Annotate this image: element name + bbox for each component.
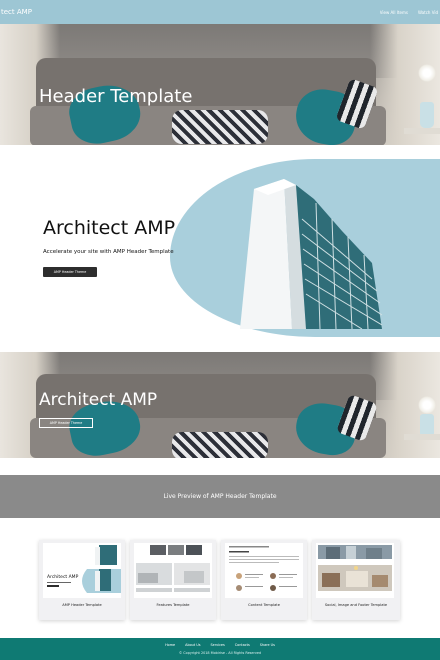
card-label: Social, Image and Footer Template [324, 603, 388, 607]
card-thumbnail [225, 543, 303, 598]
template-card-social-image-footer[interactable]: Social, Image and Footer Template [312, 540, 400, 620]
hero-header-template: Header Template [0, 24, 440, 145]
patterned-pillow-image [172, 432, 268, 458]
side-table-image [404, 434, 440, 440]
content-template-thumbnail-image [225, 543, 303, 598]
brand-logo-text[interactable]: tect AMP [0, 8, 32, 16]
footer-links: Home About Us Services Contacts Share Us [0, 643, 440, 647]
nav-link-watch-video[interactable]: Watch Vid [418, 10, 438, 15]
amp-header-theme-outline-button[interactable]: AMP Header Theme [39, 418, 93, 428]
top-navbar: tect AMP View All Items Watch Vid [0, 0, 440, 24]
page: tect AMP View All Items Watch Vid Header… [0, 0, 440, 660]
live-preview-text: Live Preview of AMP Header Template [163, 493, 277, 500]
card-label: AMP Header Template [62, 603, 102, 607]
card-thumbnail-title: Architect AMP [47, 575, 79, 580]
features-template-thumbnail-image [134, 543, 212, 598]
card-thumbnail [316, 543, 394, 598]
footer-link-contacts[interactable]: Contacts [235, 643, 250, 647]
flower-image [418, 396, 436, 414]
card-thumbnail: Architect AMP [43, 543, 121, 598]
template-cards-section: Architect AMP AMP Header Template Featur… [0, 518, 440, 638]
card-thumbnail [134, 543, 212, 598]
architect-subtitle: Accelerate your site with AMP Header Tem… [43, 249, 174, 255]
card-label: Content Template [248, 603, 280, 607]
hero-title: Architect AMP [39, 390, 158, 410]
live-preview-band: Live Preview of AMP Header Template [0, 475, 440, 518]
architect-title: Architect AMP [43, 217, 176, 239]
hero-architect: Architect AMP [0, 352, 440, 458]
template-card-content[interactable]: Content Template [221, 540, 307, 620]
footer-link-home[interactable]: Home [165, 643, 175, 647]
social-template-thumbnail-image [316, 543, 394, 598]
header-template-thumbnail-image [43, 543, 121, 598]
template-card-features[interactable]: Features Template [130, 540, 216, 620]
footer-link-share-us[interactable]: Share Us [260, 643, 275, 647]
patterned-pillow-image [172, 110, 268, 144]
nav-link-view-all-items[interactable]: View All Items [380, 10, 408, 15]
vase-image [420, 102, 434, 128]
footer-link-services[interactable]: Services [210, 643, 224, 647]
footer-copyright: © Copyright 2018 Mobirise - All Rights R… [178, 651, 262, 655]
flower-image [418, 64, 436, 82]
amp-header-theme-button[interactable]: AMP Header Theme [43, 267, 97, 277]
building-image [240, 179, 383, 329]
footer: Home About Us Services Contacts Share Us… [0, 638, 440, 660]
side-table-image [404, 128, 440, 134]
hero-title: Header Template [39, 86, 193, 107]
architect-section: Architect AMP Accelerate your site with … [0, 145, 440, 337]
footer-link-about-us[interactable]: About Us [185, 643, 200, 647]
card-label: Features Template [156, 603, 190, 607]
template-card-header[interactable]: Architect AMP AMP Header Template [39, 540, 125, 620]
nav-links: View All Items Watch Vid [380, 10, 440, 15]
